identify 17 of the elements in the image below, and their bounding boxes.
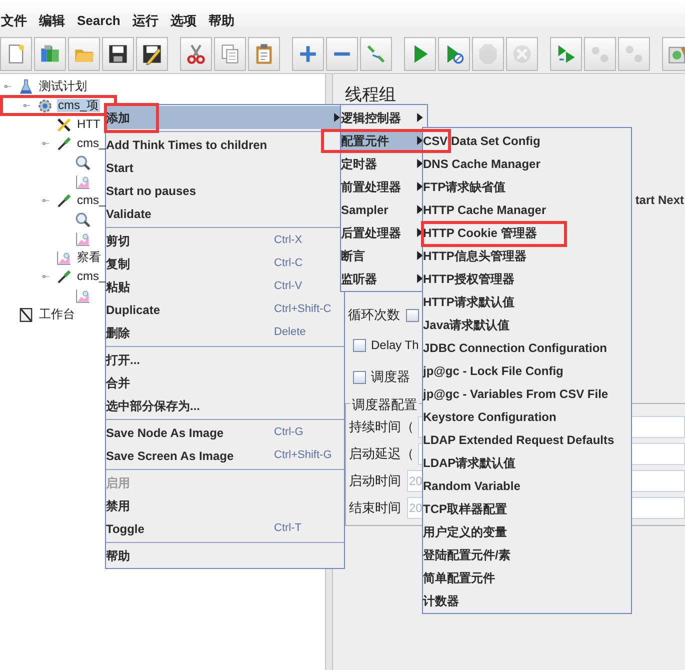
shortcut-label: Ctrl-V — [274, 279, 304, 294]
shortcut-label: Delete — [274, 325, 307, 340]
checkbox-label: Delay Th — [371, 337, 419, 354]
shortcut-label: Ctrl-C — [274, 256, 304, 272]
shortcut-label: Ctrl+Shift-G — [274, 448, 333, 464]
field-label: 持续时间（ — [349, 418, 414, 436]
shortcut-label: Ctrl-X — [274, 233, 304, 248]
field-label: 启动时间 — [349, 472, 402, 490]
field-label: 启动延迟（ — [349, 445, 414, 464]
field-label: 结束时间 — [349, 499, 402, 518]
shortcut-label: Ctrl-G — [274, 425, 304, 440]
option-label: tart Next — [635, 192, 685, 207]
field-label: 循环次数 — [348, 306, 400, 324]
shortcut-label: Ctrl-T — [274, 521, 302, 536]
panel-title: 线程组 — [345, 84, 397, 106]
checkbox-label: 调度器 — [371, 368, 410, 386]
shortcut-label: Ctrl+Shift-C — [274, 302, 332, 318]
